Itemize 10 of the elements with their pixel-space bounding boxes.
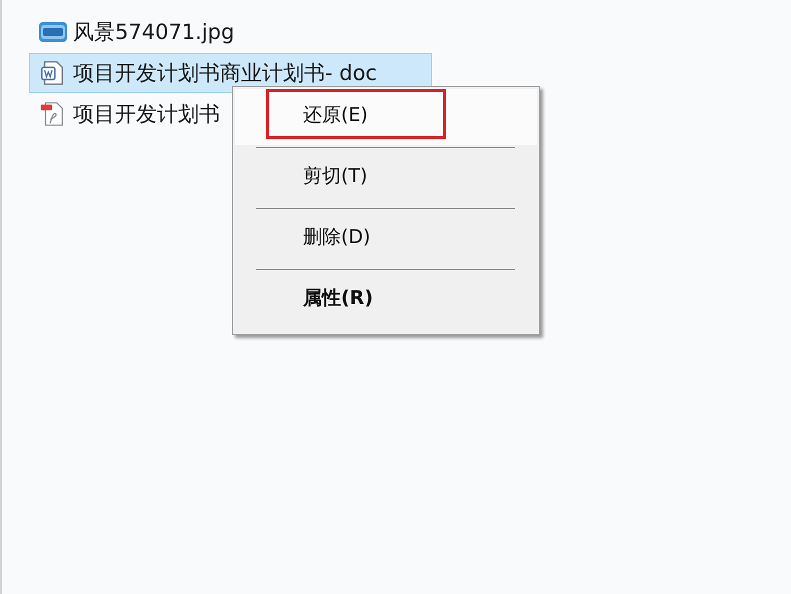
menu-item[interactable]: 还原(E) <box>235 89 537 145</box>
file-item[interactable]: 风景574071.jpg <box>29 12 432 52</box>
file-item[interactable]: 项目开发计划书商业计划书- doc <box>29 53 432 93</box>
menu-item[interactable]: 删除(D) <box>235 211 537 267</box>
menu-item[interactable]: 剪切(T) <box>235 150 537 206</box>
menu-item[interactable]: 属性(R) <box>235 272 537 328</box>
file-name: 项目开发计划书商业计划书- doc <box>73 60 377 87</box>
image-file-icon <box>38 19 68 45</box>
file-name: 风景574071.jpg <box>73 19 234 46</box>
file-name: 项目开发计划书 <box>73 101 220 128</box>
